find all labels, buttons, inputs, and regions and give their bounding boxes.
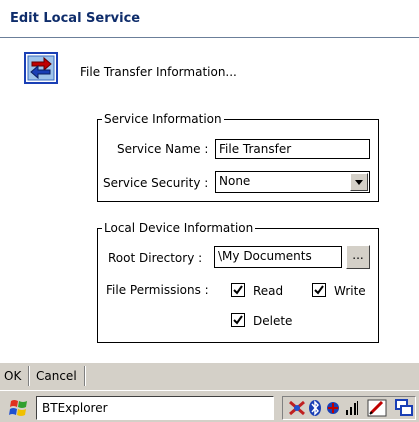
network-icon[interactable]: [325, 400, 341, 419]
window-switch-icon[interactable]: [395, 399, 413, 420]
local-device-information-legend: Local Device Information: [104, 221, 254, 235]
read-checkbox[interactable]: [231, 283, 245, 297]
menu-separator: [84, 366, 86, 386]
header-text: File Transfer Information...: [80, 65, 237, 79]
title-bar: Edit Local Service: [0, 0, 419, 38]
write-checkbox[interactable]: [312, 283, 326, 297]
service-information-legend: Service Information: [104, 112, 222, 126]
checkmark-icon: [233, 315, 243, 325]
service-name-label: Service Name :: [117, 142, 209, 156]
checkmark-icon: [233, 285, 243, 295]
service-security-value: None: [219, 174, 251, 188]
read-label: Read: [253, 284, 284, 298]
input-panel-icon[interactable]: [367, 399, 387, 420]
windows-start-icon[interactable]: [8, 397, 30, 419]
checkmark-icon: [314, 285, 324, 295]
menu-bar: OK Cancel: [0, 362, 419, 390]
file-permissions-label: File Permissions :: [106, 283, 209, 297]
delete-checkbox[interactable]: [231, 313, 245, 327]
service-security-select[interactable]: None: [215, 171, 370, 193]
delete-label: Delete: [253, 314, 293, 328]
task-button-label: BTExplorer: [42, 401, 108, 415]
dropdown-button[interactable]: [350, 173, 368, 191]
root-directory-label: Root Directory :: [108, 251, 203, 265]
browse-button[interactable]: ...: [346, 245, 370, 269]
bluetooth-icon[interactable]: [308, 399, 322, 420]
file-transfer-icon: [24, 52, 58, 84]
cancel-button[interactable]: Cancel: [36, 369, 77, 383]
taskbar: BTExplorer: [0, 390, 419, 422]
task-button-btexplorer[interactable]: BTExplorer: [36, 396, 274, 420]
write-label: Write: [334, 284, 366, 298]
root-directory-input[interactable]: \My Documents: [214, 246, 342, 268]
window-title: Edit Local Service: [10, 11, 141, 26]
bluetooth-tools-icon[interactable]: [288, 400, 306, 419]
chevron-down-icon: [355, 180, 363, 185]
service-name-input[interactable]: File Transfer: [215, 139, 370, 159]
ok-button[interactable]: OK: [4, 369, 21, 383]
signal-icon[interactable]: [345, 400, 359, 419]
system-tray: [282, 396, 416, 420]
menu-separator: [28, 366, 30, 386]
service-security-label: Service Security :: [103, 176, 209, 190]
